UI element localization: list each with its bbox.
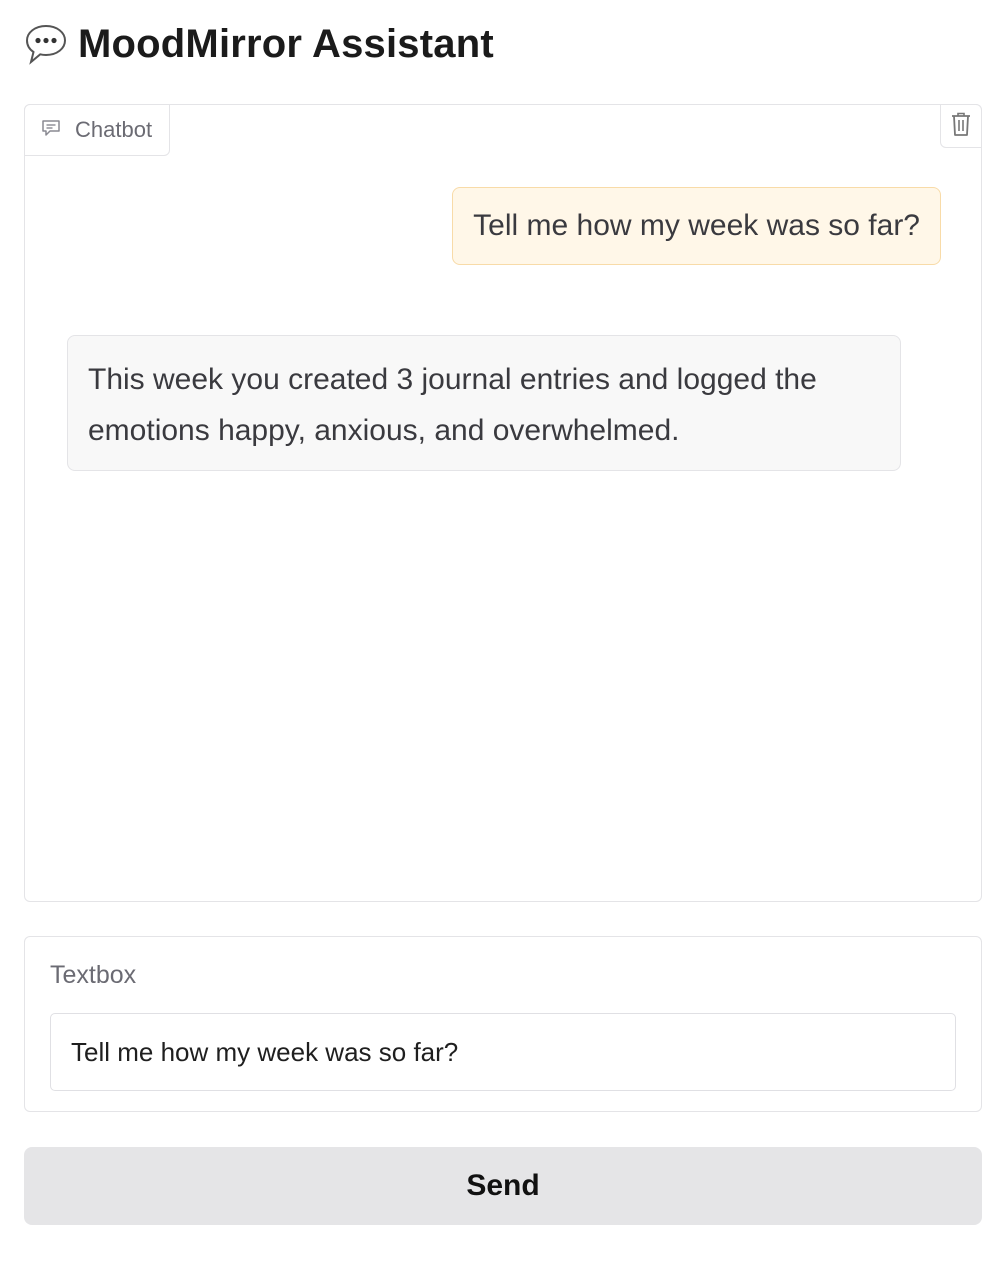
assistant-message: This week you created 3 journal entries … (67, 335, 901, 471)
page: MoodMirror Assistant Chatbot Tell me how… (0, 0, 1000, 1274)
trash-icon (950, 111, 972, 142)
page-title: MoodMirror Assistant (78, 21, 494, 66)
chatbot-panel: Chatbot Tell me how my week was so far? … (24, 104, 982, 902)
chat-icon (41, 118, 61, 143)
speech-balloon-icon (24, 22, 68, 66)
app-header: MoodMirror Assistant (24, 18, 494, 70)
textbox-panel: Textbox (24, 936, 982, 1112)
send-button[interactable]: Send (24, 1147, 982, 1225)
chatbot-label: Chatbot (24, 104, 171, 156)
chatbot-label-text: Chatbot (75, 117, 153, 142)
clear-chat-button[interactable] (940, 104, 982, 148)
message-input[interactable] (50, 1013, 956, 1091)
user-message: Tell me how my week was so far? (452, 187, 941, 265)
textbox-label: Textbox (50, 961, 137, 989)
